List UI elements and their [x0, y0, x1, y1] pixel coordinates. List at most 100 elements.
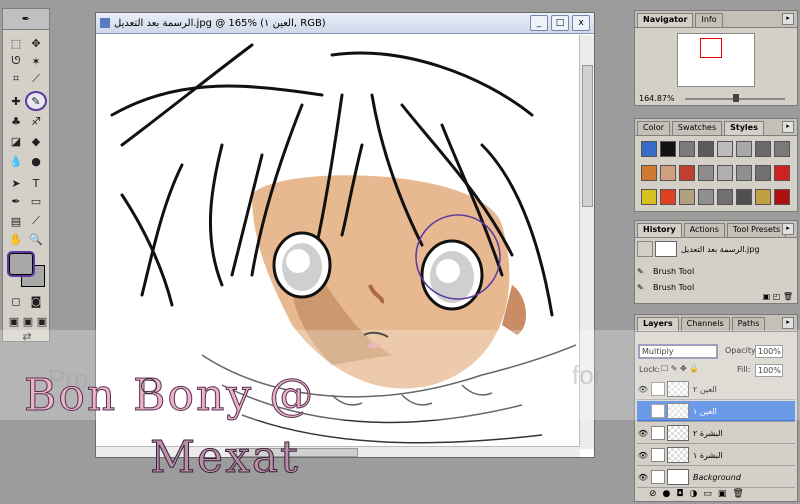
quick-mask-icon[interactable]: ◙: [27, 293, 45, 309]
brush-icon: ✎: [637, 282, 644, 292]
layer-row[interactable]: 👁 Background: [637, 467, 795, 488]
palette-menu-icon[interactable]: ▸: [782, 223, 794, 235]
style-swatch[interactable]: [641, 189, 657, 205]
slice-tool[interactable]: ⟋: [27, 71, 45, 87]
style-swatch[interactable]: [755, 189, 771, 205]
style-swatch[interactable]: [698, 141, 714, 157]
link-icon[interactable]: ⊘: [649, 489, 663, 499]
layer-row[interactable]: 👁 البشرة ١: [637, 445, 795, 466]
dodge-tool[interactable]: ●: [27, 153, 45, 169]
standard-mode-icon[interactable]: ◻: [7, 293, 25, 309]
style-swatch[interactable]: [755, 165, 771, 181]
vertical-scroll-thumb[interactable]: [582, 65, 593, 207]
tab-layers[interactable]: Layers: [637, 317, 679, 331]
trash-icon[interactable]: 🗑: [732, 489, 749, 499]
lasso-tool[interactable]: ᘎ: [7, 53, 25, 69]
palette-menu-icon[interactable]: ▸: [782, 13, 794, 25]
notes-tool[interactable]: ▤: [7, 213, 25, 229]
zoom-slider[interactable]: [685, 94, 785, 102]
path-selection-tool[interactable]: ➤: [7, 175, 25, 191]
history-item[interactable]: ✎ Brush Tool: [637, 263, 787, 279]
clone-stamp-tool[interactable]: ♣: [7, 113, 25, 129]
palette-menu-icon[interactable]: ▸: [782, 317, 794, 329]
eraser-tool[interactable]: ◪: [7, 133, 25, 149]
style-swatch[interactable]: [755, 141, 771, 157]
style-swatch[interactable]: [679, 141, 695, 157]
tab-tool-presets[interactable]: Tool Presets: [726, 223, 787, 237]
style-swatch[interactable]: [698, 189, 714, 205]
visibility-eye-icon[interactable]: 👁: [637, 429, 649, 438]
history-brush-tool[interactable]: ♐: [27, 113, 45, 129]
style-swatch[interactable]: [717, 165, 733, 181]
marquee-tool[interactable]: ⬚: [7, 35, 25, 51]
style-swatch[interactable]: [717, 141, 733, 157]
layer-link-box[interactable]: [651, 426, 665, 440]
visibility-eye-icon[interactable]: 👁: [637, 451, 649, 460]
navigator-zoom[interactable]: 164.87%: [637, 93, 677, 104]
style-swatch[interactable]: [660, 165, 676, 181]
new-document-icon[interactable]: ▣: [763, 292, 771, 301]
zoom-tool[interactable]: 🔍: [27, 231, 45, 247]
pen-tool[interactable]: ✒: [7, 193, 25, 209]
tab-history[interactable]: History: [637, 223, 682, 237]
navigator-palette: Navigator Info ▸ 164.87%: [634, 10, 798, 106]
tab-navigator[interactable]: Navigator: [637, 13, 694, 27]
type-tool[interactable]: T: [27, 175, 45, 191]
style-swatch[interactable]: [641, 165, 657, 181]
folder-icon[interactable]: ▭: [703, 489, 718, 499]
new-layer-icon[interactable]: ▣: [718, 489, 733, 499]
visibility-eye-icon[interactable]: 👁: [637, 473, 649, 482]
tab-styles[interactable]: Styles: [724, 121, 764, 135]
move-tool[interactable]: ✥: [27, 35, 45, 51]
tab-color[interactable]: Color: [637, 121, 670, 135]
document-title-bar[interactable]: الرسمة بعد التعديل.jpg @ 165% (العين ١, …: [96, 13, 594, 34]
style-swatch[interactable]: [660, 141, 676, 157]
tab-actions[interactable]: Actions: [683, 223, 725, 237]
paint-bucket-tool[interactable]: ◆: [27, 133, 45, 149]
style-swatch[interactable]: [736, 165, 752, 181]
screen-mode-full-icon[interactable]: ▣: [33, 313, 51, 329]
foreground-color-swatch[interactable]: [7, 251, 35, 277]
style-swatch[interactable]: [717, 189, 733, 205]
trash-icon[interactable]: 🗑: [783, 292, 793, 301]
layer-style-icon[interactable]: ●: [663, 489, 677, 499]
style-swatch[interactable]: [679, 165, 695, 181]
magic-wand-tool[interactable]: ✶: [27, 53, 45, 69]
style-swatch[interactable]: [736, 141, 752, 157]
mask-icon[interactable]: ◘: [676, 489, 689, 499]
tab-channels[interactable]: Channels: [680, 317, 730, 331]
new-snapshot-icon[interactable]: ◰: [773, 292, 781, 301]
minimize-button[interactable]: _: [530, 15, 548, 31]
maximize-button[interactable]: □: [551, 15, 569, 31]
style-swatch[interactable]: [660, 189, 676, 205]
tab-swatches[interactable]: Swatches: [671, 121, 723, 135]
toolbox-header[interactable]: ✒: [3, 9, 49, 30]
style-swatch[interactable]: [736, 189, 752, 205]
style-swatch[interactable]: [641, 141, 657, 157]
close-button[interactable]: x: [572, 15, 590, 31]
blur-tool[interactable]: 💧: [7, 153, 25, 169]
palette-menu-icon[interactable]: ▸: [782, 121, 794, 133]
style-swatch[interactable]: [679, 189, 695, 205]
tab-info[interactable]: Info: [695, 13, 723, 27]
layer-link-box[interactable]: [651, 448, 665, 462]
adjustment-icon[interactable]: ◑: [690, 489, 704, 499]
healing-brush-tool[interactable]: ✚: [7, 93, 25, 109]
layer-link-box[interactable]: [651, 470, 665, 484]
navigator-preview[interactable]: [677, 33, 755, 87]
brush-tool[interactable]: ✎: [25, 91, 47, 111]
layer-thumbnail: [667, 447, 689, 463]
navigator-view-box[interactable]: [700, 38, 722, 58]
style-swatch[interactable]: [698, 165, 714, 181]
history-snapshot[interactable]: الرسمة بعد التعديل.jpg: [637, 241, 787, 257]
eyedropper-tool[interactable]: ⟋: [27, 213, 45, 229]
zoom-slider-thumb[interactable]: [733, 94, 739, 102]
crop-tool[interactable]: ⌗: [7, 71, 25, 87]
shape-tool[interactable]: ▭: [27, 193, 45, 209]
hand-tool[interactable]: ✋: [7, 231, 25, 247]
style-swatch[interactable]: [774, 189, 790, 205]
style-swatch[interactable]: [774, 165, 790, 181]
style-swatch[interactable]: [774, 141, 790, 157]
layer-row[interactable]: 👁 البشرة ٢: [637, 423, 795, 444]
tab-paths[interactable]: Paths: [731, 317, 766, 331]
